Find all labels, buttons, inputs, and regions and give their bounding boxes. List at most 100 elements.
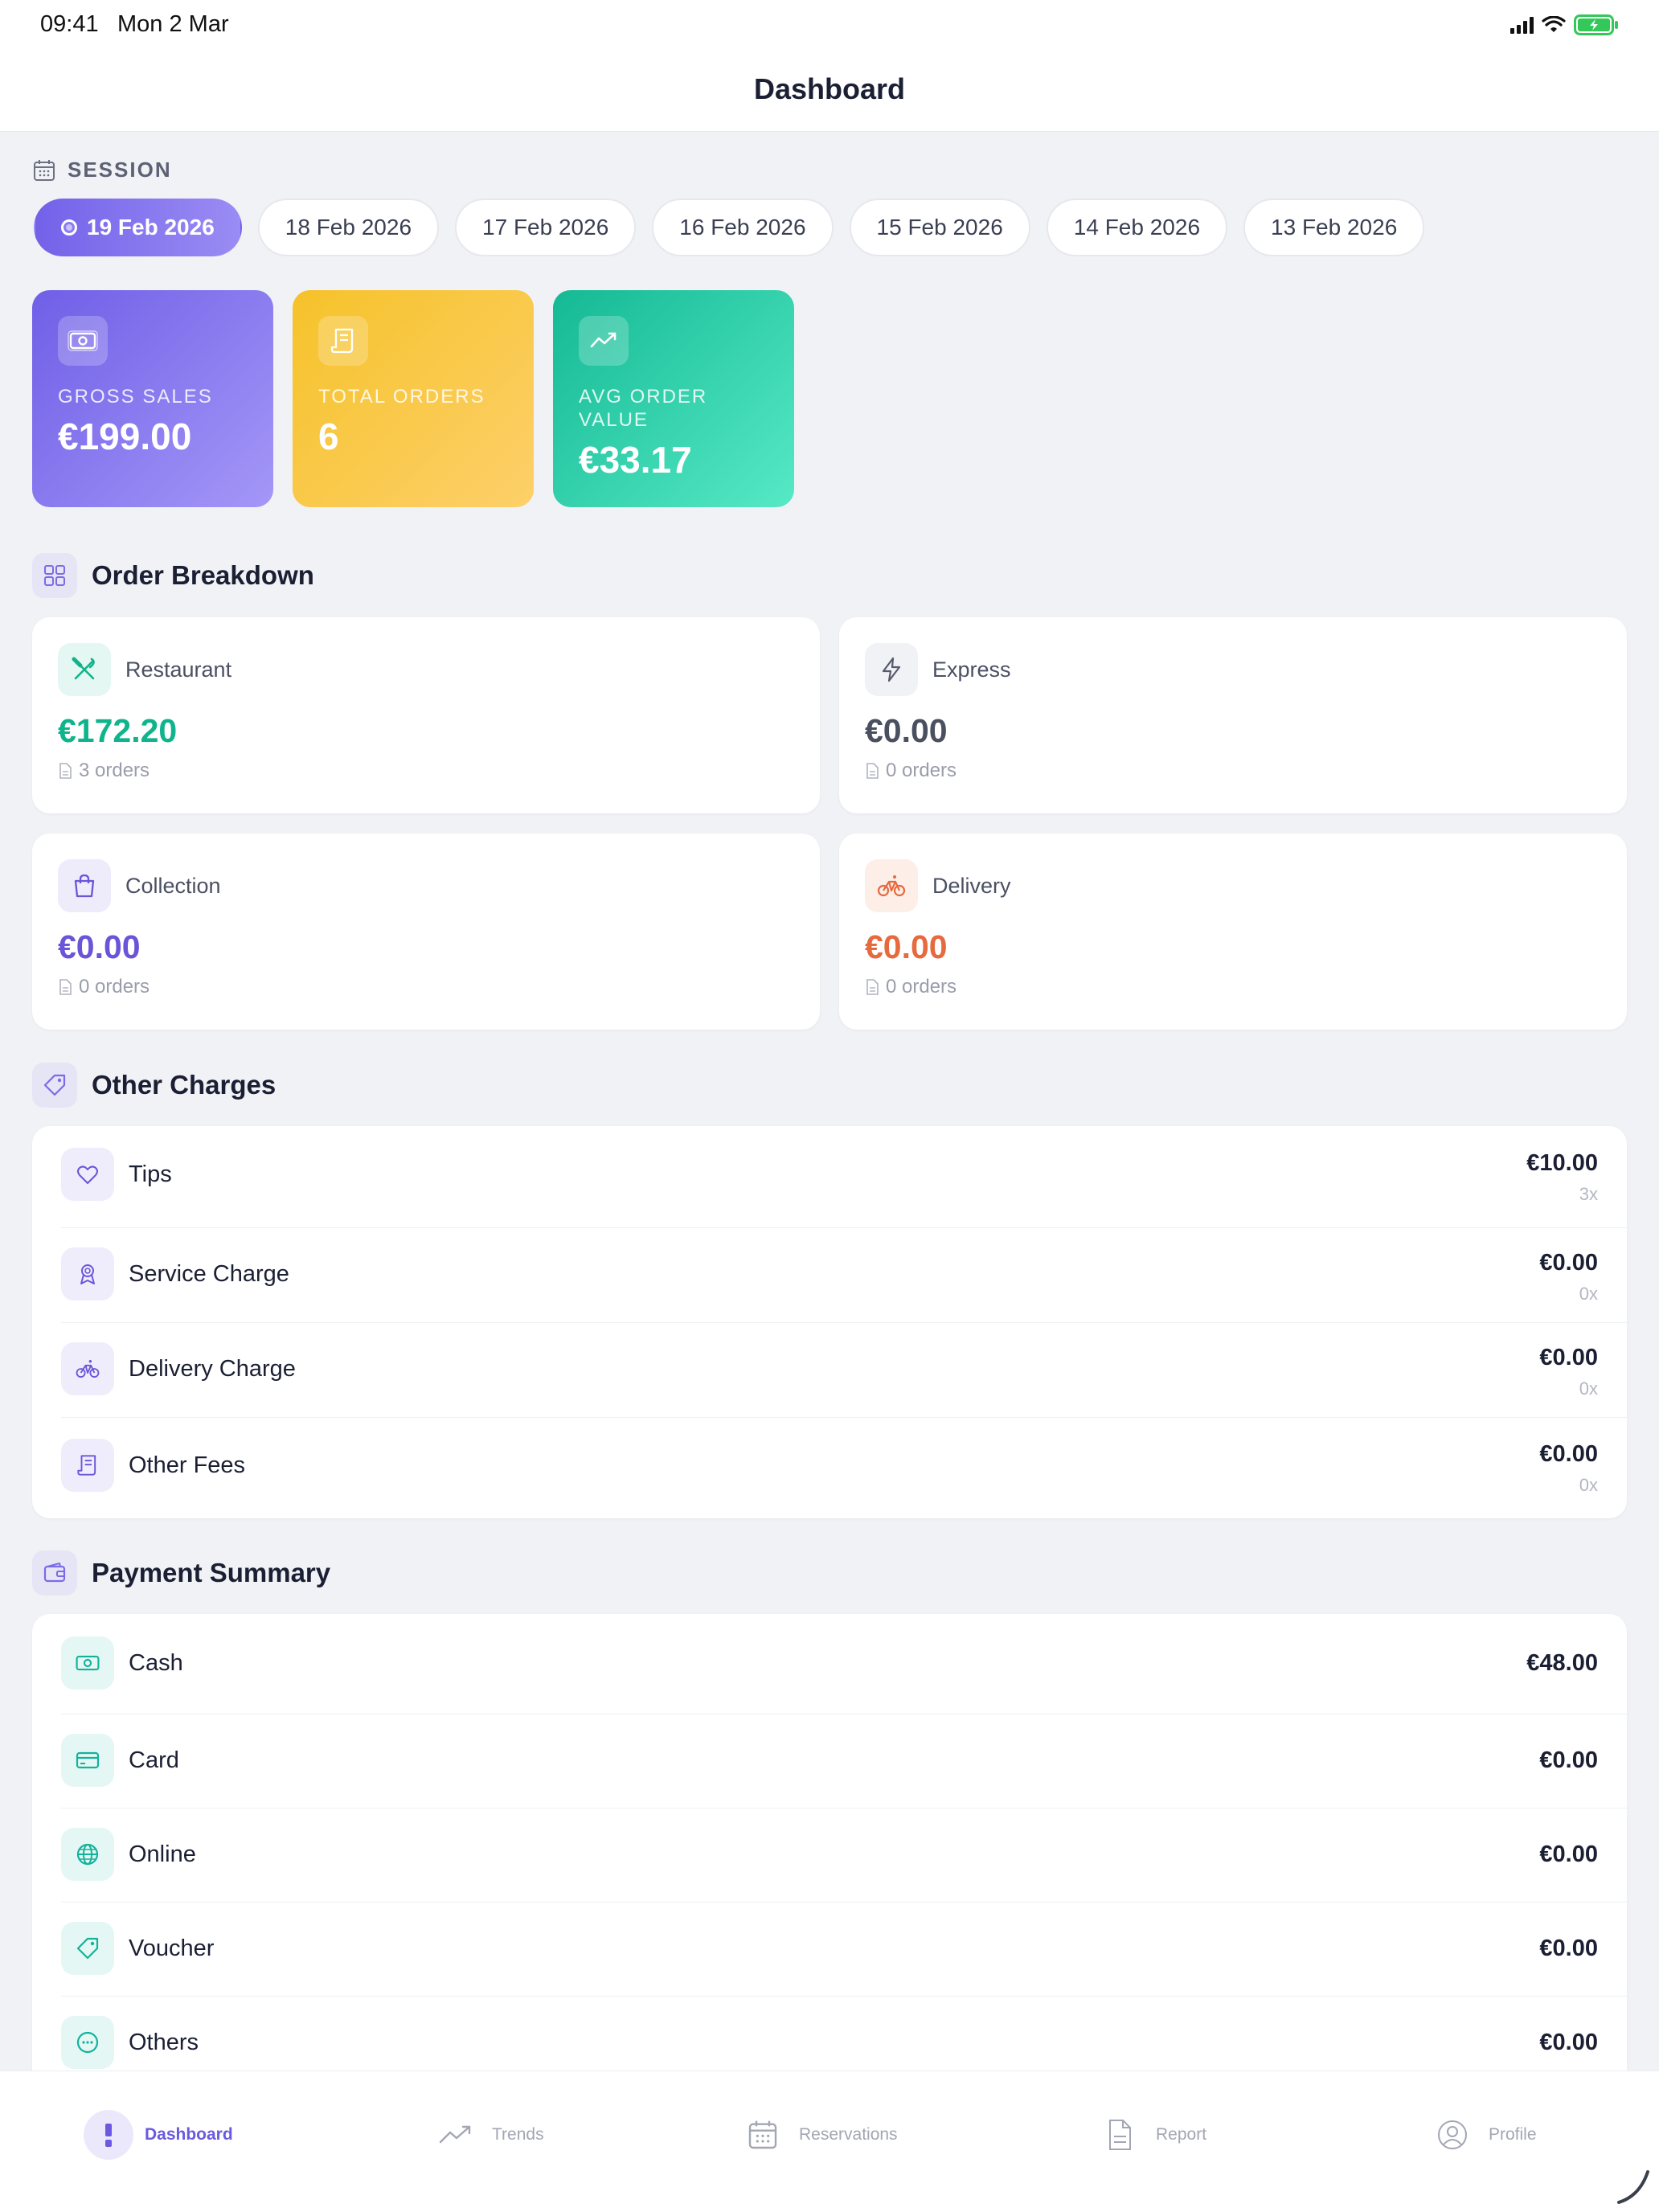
charge-name: Delivery Charge bbox=[129, 1356, 296, 1382]
payment-name: Card bbox=[129, 1747, 179, 1773]
tab-label: Trends bbox=[492, 2125, 544, 2144]
session-date-chips: 19 Feb 2026 18 Feb 2026 17 Feb 2026 16 F… bbox=[34, 199, 1425, 256]
tab-trends[interactable]: Trends bbox=[431, 2110, 544, 2160]
session-label: SESSION bbox=[32, 158, 172, 182]
charge-amount: €0.00 bbox=[1539, 1250, 1598, 1276]
document-icon bbox=[1095, 2110, 1145, 2160]
signal-icon bbox=[1510, 16, 1534, 34]
total-orders-card: TOTAL ORDERS 6 bbox=[293, 290, 534, 507]
charge-row-tips[interactable]: Tips €10.00 3x bbox=[32, 1126, 1627, 1223]
breakdown-orders: 0 orders bbox=[865, 976, 1601, 998]
tab-profile[interactable]: Profile bbox=[1428, 2110, 1537, 2160]
order-breakdown-heading: Order Breakdown bbox=[32, 553, 314, 598]
payment-amount: €48.00 bbox=[1526, 1650, 1598, 1676]
tab-dashboard[interactable]: Dashboard bbox=[84, 2110, 233, 2160]
status-bar: 09:41 Mon 2 Mar bbox=[0, 0, 1659, 51]
payment-summary-heading: Payment Summary bbox=[32, 1550, 330, 1596]
breakdown-name: Restaurant bbox=[125, 657, 232, 682]
page-title: Dashboard bbox=[753, 72, 906, 105]
charge-row-service[interactable]: Service Charge €0.00 0x bbox=[32, 1227, 1627, 1322]
payment-row-cash[interactable]: Cash €48.00 bbox=[32, 1614, 1627, 1714]
payment-summary-list: Cash €48.00 Card €0.00 Online €0.00 Vouc… bbox=[32, 1614, 1627, 2112]
chip-label: 19 Feb 2026 bbox=[87, 215, 215, 240]
breakdown-name: Delivery bbox=[932, 873, 1011, 898]
app-root: 09:41 Mon 2 Mar Dashboard SESSION 19 Feb… bbox=[0, 0, 1659, 2212]
charge-name: Tips bbox=[129, 1161, 172, 1187]
status-time: 09:41 bbox=[40, 11, 99, 37]
document-icon bbox=[59, 979, 72, 995]
payment-name: Cash bbox=[129, 1650, 183, 1676]
session-chip-selected[interactable]: 19 Feb 2026 bbox=[34, 199, 242, 256]
breakdown-orders: 0 orders bbox=[58, 976, 794, 998]
tag-icon bbox=[32, 1063, 77, 1108]
heart-icon bbox=[61, 1148, 114, 1201]
section-title: Other Charges bbox=[92, 1070, 276, 1100]
trend-icon bbox=[431, 2110, 481, 2160]
cash-icon bbox=[61, 1636, 114, 1690]
tag-icon bbox=[61, 1922, 114, 1975]
breakdown-name: Express bbox=[932, 657, 1011, 682]
session-chip[interactable]: 18 Feb 2026 bbox=[257, 199, 440, 256]
gross-sales-card: GROSS SALES €199.00 bbox=[32, 290, 273, 507]
lightning-icon bbox=[865, 643, 918, 696]
document-icon bbox=[866, 979, 879, 995]
battery-icon bbox=[1574, 14, 1618, 35]
wallet-icon bbox=[32, 1550, 77, 1596]
calendar-icon bbox=[34, 159, 55, 181]
tab-report[interactable]: Report bbox=[1095, 2110, 1206, 2160]
express-card[interactable]: Express €0.00 0 orders bbox=[839, 617, 1627, 813]
payment-amount: €0.00 bbox=[1539, 1841, 1598, 1867]
stat-label: GROSS SALES bbox=[58, 386, 213, 408]
payment-row-online[interactable]: Online €0.00 bbox=[32, 1808, 1627, 1902]
restaurant-card[interactable]: Restaurant €172.20 3 orders bbox=[32, 617, 820, 813]
charge-row-other-fees[interactable]: Other Fees €0.00 0x bbox=[32, 1417, 1627, 1515]
payment-name: Others bbox=[129, 2030, 199, 2055]
status-icons bbox=[1510, 14, 1619, 35]
globe-icon bbox=[61, 1828, 114, 1881]
chip-label: 17 Feb 2026 bbox=[482, 215, 609, 240]
charge-name: Other Fees bbox=[129, 1452, 246, 1478]
payment-row-card[interactable]: Card €0.00 bbox=[32, 1714, 1627, 1808]
shopping-bag-icon bbox=[58, 859, 111, 912]
orders-count: 3 orders bbox=[79, 760, 150, 781]
avg-order-value-card: AVG ORDER VALUE €33.17 bbox=[553, 290, 794, 507]
session-chip[interactable]: 17 Feb 2026 bbox=[455, 199, 637, 256]
payment-row-voucher[interactable]: Voucher €0.00 bbox=[32, 1902, 1627, 1996]
session-chip[interactable]: 13 Feb 2026 bbox=[1243, 199, 1425, 256]
orders-count: 0 orders bbox=[886, 976, 957, 997]
stat-value: €199.00 bbox=[58, 416, 192, 457]
charge-count: 3x bbox=[1579, 1184, 1598, 1204]
breakdown-orders: 0 orders bbox=[865, 760, 1601, 782]
payment-name: Online bbox=[129, 1841, 196, 1867]
charge-count: 0x bbox=[1579, 1284, 1598, 1304]
receipt-icon bbox=[61, 1439, 114, 1492]
breakdown-value: €0.00 bbox=[58, 928, 141, 965]
session-chip[interactable]: 15 Feb 2026 bbox=[849, 199, 1030, 256]
charge-row-delivery[interactable]: Delivery Charge €0.00 0x bbox=[32, 1322, 1627, 1417]
other-charges-heading: Other Charges bbox=[32, 1063, 276, 1108]
tab-label: Reservations bbox=[799, 2125, 898, 2144]
payment-amount: €0.00 bbox=[1539, 1747, 1598, 1773]
card-icon bbox=[61, 1734, 114, 1787]
grid-icon bbox=[32, 553, 77, 598]
orders-count: 0 orders bbox=[886, 760, 957, 781]
award-icon bbox=[61, 1247, 114, 1301]
delivery-card[interactable]: Delivery €0.00 0 orders bbox=[839, 834, 1627, 1030]
collection-card[interactable]: Collection €0.00 0 orders bbox=[32, 834, 820, 1030]
chip-label: 13 Feb 2026 bbox=[1271, 215, 1398, 240]
tab-label: Dashboard bbox=[145, 2125, 233, 2144]
nav-header: Dashboard bbox=[0, 51, 1659, 132]
session-chip[interactable]: 14 Feb 2026 bbox=[1046, 199, 1228, 256]
tab-label: Report bbox=[1156, 2125, 1207, 2144]
tab-label: Profile bbox=[1489, 2125, 1537, 2144]
user-circle-icon bbox=[1428, 2110, 1477, 2160]
stat-label: AVG ORDER VALUE bbox=[579, 386, 708, 431]
charge-amount: €0.00 bbox=[1539, 1345, 1598, 1370]
charge-name: Service Charge bbox=[129, 1261, 289, 1287]
session-chip[interactable]: 16 Feb 2026 bbox=[652, 199, 834, 256]
section-title: Payment Summary bbox=[92, 1558, 331, 1587]
stat-value: €33.17 bbox=[579, 439, 692, 481]
tab-reservations[interactable]: Reservations bbox=[738, 2110, 898, 2160]
orders-count: 0 orders bbox=[79, 976, 150, 997]
chip-label: 14 Feb 2026 bbox=[1073, 215, 1201, 240]
